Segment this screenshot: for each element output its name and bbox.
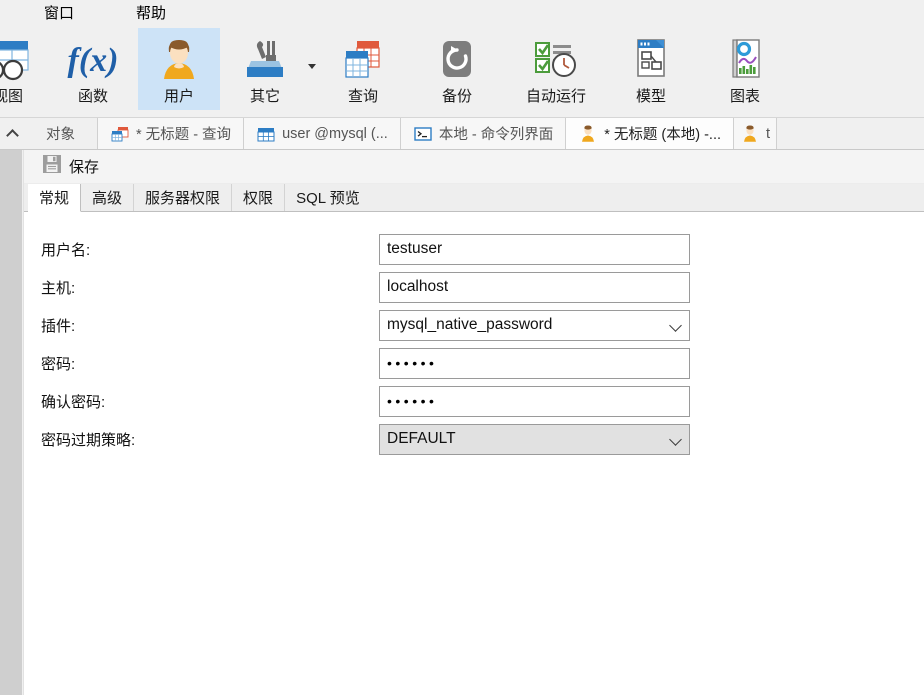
chevron-up-icon [6,128,19,142]
password-expiry-policy-label: 密码过期策略: [41,431,136,449]
username-value: testuser [387,240,443,257]
window-tab-label: 对象 [46,127,75,143]
window-tab-label: * 无标题 - 查询 [136,127,232,143]
user-person-icon [578,125,598,143]
view-grid-icon [0,36,34,82]
query-table-icon [110,125,130,143]
window-tab-untitled-user[interactable]: * 无标题 (本地) -... [565,118,735,149]
plugin-value: mysql_native_password [387,316,553,333]
tab-general[interactable]: 常规 [28,184,82,212]
ribbon-button-view[interactable]: 视图 [0,28,38,110]
ribbon-label-backup: 备份 [441,88,472,105]
ribbon-label-automation: 自动运行 [525,88,586,105]
window-tab-label: user @mysql (... [282,125,388,142]
collapse-ribbon-button[interactable] [0,118,25,149]
tab-label: 服务器权限 [145,190,221,207]
tab-server-privileges[interactable]: 服务器权限 [134,184,233,211]
ribbon-button-function[interactable]: f(x) 函数 [52,28,134,110]
tab-privileges[interactable]: 权限 [232,184,286,211]
ribbon-toolbar: 视图 f(x) 函数 用户 其它 查询 备份 自动运行 模型 图表 [0,28,924,118]
ribbon-label-user: 用户 [163,88,194,105]
form-row-password-expiry: 密码过期策略: DEFAULT [41,420,924,458]
ribbon-label-view: 视图 [0,88,23,105]
tab-sql-preview[interactable]: SQL 预览 [285,184,371,211]
ribbon-button-automation[interactable]: 自动运行 [508,28,604,110]
host-field[interactable]: localhost [379,271,690,303]
menu-item-help[interactable]: 帮助 [122,2,180,26]
window-tab-untitled-query[interactable]: * 无标题 - 查询 [97,118,245,149]
window-tab-label: * 无标题 (本地) -... [604,127,722,143]
ribbon-button-backup[interactable]: 备份 [416,28,498,110]
form-row-password: 密码: •••••• [41,344,924,382]
save-button[interactable]: 保存 [36,151,105,182]
ribbon-label-query: 查询 [347,88,378,105]
password-label: 密码: [41,355,76,373]
chevron-down-icon [669,432,682,446]
ribbon-label-function: 函数 [77,88,108,105]
password-expiry-policy-value: DEFAULT [387,430,456,447]
tab-label: 常规 [39,190,70,207]
ribbon-button-user[interactable]: 用户 [138,28,220,110]
ribbon-label-model: 模型 [635,88,666,105]
left-gutter [0,150,22,695]
user-person-icon [153,36,205,82]
chart-report-icon [719,36,771,82]
application-window: 窗口 帮助 视图 f(x) 函数 用户 其它 查询 备份 自动运行 模型 图表 … [0,0,924,695]
backup-restore-icon [431,36,483,82]
username-label: 用户名: [41,241,91,259]
password-field[interactable]: •••••• [379,347,690,379]
host-label: 主机: [41,279,76,297]
window-tab-objects[interactable]: 对象 [24,118,98,149]
ribbon-button-query[interactable]: 查询 [322,28,404,110]
chevron-down-icon [669,318,682,332]
svg-text:f(x): f(x) [68,42,119,79]
table-grid-icon [256,125,276,143]
user-editor-pane: 保存 常规 高级 服务器权限 权限 SQL 预览 用户名: testuser 主… [23,150,924,695]
ribbon-button-chart[interactable]: 图表 [704,28,786,110]
confirm-password-field[interactable]: •••••• [379,385,690,417]
ribbon-label-other: 其它 [249,88,280,105]
tab-label: 权限 [243,190,274,207]
user-general-form: 用户名: testuser 主机: localhost 插件: mysql_na… [24,212,924,458]
password-expiry-policy-select[interactable]: DEFAULT [379,423,690,455]
confirm-password-value: •••••• [387,393,438,409]
window-tab-label: t [766,125,771,142]
floppy-save-icon [42,154,62,179]
tab-label: SQL 预览 [296,190,360,207]
username-field[interactable]: testuser [379,233,690,265]
function-fx-icon: f(x) [67,36,119,82]
window-tab-overflow[interactable]: t [733,118,778,149]
model-diagram-icon [625,36,677,82]
confirm-password-label: 确认密码: [41,393,106,411]
save-button-label: 保存 [69,159,100,176]
automation-clock-icon [530,36,582,82]
window-tab-label: 本地 - 命令列界面 [438,127,554,143]
tab-advanced[interactable]: 高级 [81,184,135,211]
plugin-select[interactable]: mysql_native_password [379,309,690,341]
window-tab-console[interactable]: 本地 - 命令列界面 [399,118,567,149]
query-table-icon [337,36,389,82]
form-row-confirm-password: 确认密码: •••••• [41,382,924,420]
editor-toolbar: 保存 [24,150,924,184]
menu-bar: 窗口 帮助 [0,0,924,28]
ribbon-dropdown-caret-icon[interactable] [308,64,316,69]
other-tools-icon [239,36,291,82]
form-row-plugin: 插件: mysql_native_password [41,306,924,344]
window-tab-user-mysql[interactable]: user @mysql (... [243,118,401,149]
ribbon-button-model[interactable]: 模型 [610,28,692,110]
window-tab-strip: 对象 * 无标题 - 查询 user @mysql (... 本地 - 命令列界… [0,118,924,150]
ribbon-label-chart: 图表 [729,88,760,105]
editor-tab-bar: 常规 高级 服务器权限 权限 SQL 预览 [24,184,924,212]
form-row-host: 主机: localhost [41,268,924,306]
tab-label: 高级 [92,190,123,207]
password-value: •••••• [387,355,438,371]
form-row-username: 用户名: testuser [41,230,924,268]
user-person-icon [740,125,760,143]
plugin-label: 插件: [41,317,76,335]
console-terminal-icon [413,125,433,143]
host-value: localhost [387,278,449,295]
ribbon-button-other[interactable]: 其它 [224,28,316,110]
menu-item-window[interactable]: 窗口 [30,2,88,26]
